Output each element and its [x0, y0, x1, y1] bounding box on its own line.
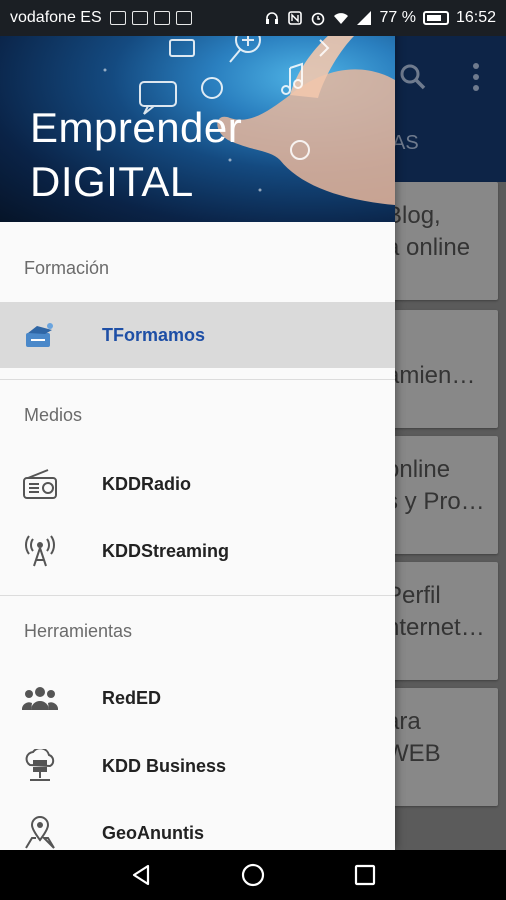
alarm-icon [312, 12, 325, 26]
signal-icon [357, 11, 372, 25]
card-line: Perfil [386, 582, 441, 609]
card-line: ara [386, 708, 421, 735]
battery-percent: 77 % [379, 9, 416, 26]
nav-item-kddradio[interactable]: KDDRadio [0, 451, 395, 517]
tab-partial[interactable]: AS [392, 132, 419, 155]
notification-icon [109, 11, 126, 25]
wifi-icon [334, 13, 349, 24]
nav-item-label: KDDStreaming [102, 540, 230, 561]
antenna-icon [22, 533, 58, 569]
notification-icons [109, 11, 192, 25]
nav-item-label: GeoAnuntis [102, 822, 204, 843]
clock: 16:52 [455, 9, 496, 26]
header-title-line1: Emprender [30, 104, 243, 151]
card-line: nternet… [386, 614, 485, 641]
section-label-herramientas: Herramientas [24, 621, 133, 641]
section-label-medios: Medios [24, 405, 83, 425]
section-divider [0, 379, 395, 380]
nav-item-label: KDD Business [102, 755, 227, 776]
notification-icon [175, 11, 192, 25]
nav-item-label: RedED [102, 687, 162, 708]
nav-item-kddstreaming[interactable]: KDDStreaming [0, 518, 395, 584]
nfc-icon [288, 11, 303, 25]
nav-item-label: TFormamos [102, 324, 206, 345]
status-bar: vodafone ES 77 % 16:52 [0, 0, 506, 36]
training-icon [22, 317, 58, 353]
battery-icon [422, 11, 449, 25]
map-pin-icon [22, 815, 58, 850]
radio-icon [22, 466, 58, 502]
nav-item-label: KDDRadio [102, 473, 191, 494]
home-icon[interactable] [238, 860, 268, 890]
nav-item-tformamos[interactable]: TFormamos [0, 302, 395, 368]
recents-icon[interactable] [350, 860, 380, 890]
system-navigation-bar [0, 850, 506, 900]
card-line: online [386, 456, 451, 483]
card-line: s y Pro… [386, 488, 485, 515]
carrier-name: vodafone ES [10, 9, 102, 26]
section-label-formacion: Formación [24, 258, 110, 278]
back-icon[interactable] [126, 860, 156, 890]
nav-item-reded[interactable]: RedED [0, 665, 395, 731]
card-line: Blog, [386, 202, 441, 229]
nav-item-geoanuntis[interactable]: GeoAnuntis [0, 800, 395, 850]
section-divider [0, 595, 395, 596]
search-icon[interactable] [400, 64, 426, 90]
nav-item-kdd-business[interactable]: KDD Business [0, 733, 395, 799]
card-line: WEB [386, 740, 441, 767]
notification-icon [131, 11, 148, 25]
headset-icon [266, 12, 279, 24]
overflow-menu-icon[interactable] [472, 62, 480, 92]
card-line: amien… [386, 362, 476, 389]
header-title-line2: DIGITAL [30, 158, 194, 205]
card-line: a online [386, 234, 471, 261]
people-icon [22, 680, 58, 716]
cloud-server-icon [22, 748, 58, 784]
notification-icon [153, 11, 170, 25]
navigation-drawer: Emprender DIGITAL Formación TFormamos Me… [0, 0, 395, 850]
